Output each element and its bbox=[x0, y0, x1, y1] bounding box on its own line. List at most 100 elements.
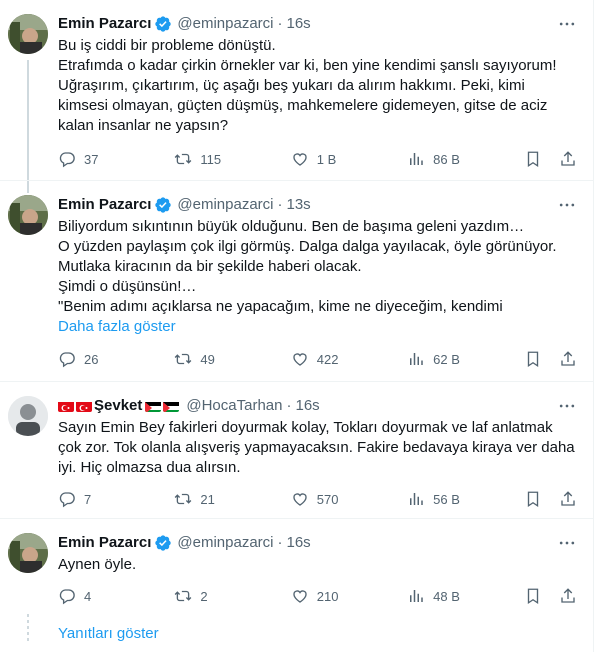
retweet-icon bbox=[175, 153, 192, 165]
reply-button[interactable]: 7 bbox=[58, 490, 174, 508]
tweet-body: Emin Pazarcı @eminpazarci · 16s Aynen öy… bbox=[58, 533, 577, 575]
share-icon bbox=[561, 351, 575, 366]
tweet-actions: 26 49 422 62 B bbox=[58, 349, 577, 369]
tweet-body: Emin Pazarcı @eminpazarci · 16s Bu iş ci… bbox=[58, 14, 577, 136]
like-count: 210 bbox=[316, 588, 339, 604]
views-count: 86 B bbox=[433, 151, 460, 167]
author-name[interactable]: Emin Pazarcı bbox=[58, 195, 151, 215]
bookmark-button[interactable] bbox=[524, 587, 560, 605]
reply-count: 4 bbox=[84, 588, 92, 604]
author-name[interactable]: Emin Pazarcı bbox=[58, 14, 151, 34]
author-name[interactable]: Emin Pazarcı bbox=[58, 533, 151, 553]
author-handle[interactable]: @eminpazarci bbox=[177, 195, 273, 215]
heart-icon bbox=[293, 153, 307, 166]
more-options-icon[interactable] bbox=[557, 14, 577, 34]
reply-button[interactable]: 4 bbox=[58, 587, 174, 605]
turkey-flag-icon bbox=[58, 400, 74, 412]
tweet-text: Aynen öyle. bbox=[58, 556, 137, 573]
like-button[interactable]: 422 bbox=[291, 350, 407, 368]
retweet-button[interactable]: 2 bbox=[174, 587, 290, 605]
avatar[interactable] bbox=[8, 396, 48, 436]
like-button[interactable]: 210 bbox=[291, 587, 407, 605]
bookmark-button[interactable] bbox=[524, 150, 560, 168]
reply-count: 26 bbox=[84, 351, 99, 367]
like-count: 1 B bbox=[316, 151, 337, 167]
share-icon bbox=[561, 151, 575, 166]
palestine-flag-icon bbox=[145, 400, 162, 412]
tweet-actions: 37 115 1 B 86 B bbox=[58, 149, 577, 169]
avatar[interactable] bbox=[8, 533, 48, 573]
heart-icon bbox=[293, 590, 307, 603]
avatar[interactable] bbox=[8, 195, 48, 235]
heart-icon bbox=[293, 493, 307, 506]
retweet-count: 21 bbox=[200, 491, 215, 507]
tweet-actions: 7 21 570 56 B bbox=[58, 489, 577, 509]
views-button[interactable]: 86 B bbox=[407, 150, 523, 168]
reply-count: 7 bbox=[84, 491, 92, 507]
more-options-icon[interactable] bbox=[557, 533, 577, 553]
share-icon bbox=[561, 491, 575, 506]
author-handle[interactable]: @HocaTarhan bbox=[186, 396, 282, 416]
timestamp[interactable]: 13s bbox=[286, 195, 310, 215]
avatar[interactable] bbox=[8, 14, 48, 54]
more-options-icon[interactable] bbox=[557, 396, 577, 416]
share-button[interactable] bbox=[559, 587, 577, 605]
tweet[interactable]: Şevket @HocaTarhan · 16s Sayın Emin Bey … bbox=[0, 382, 593, 519]
views-count: 56 B bbox=[433, 491, 460, 507]
views-icon bbox=[410, 353, 423, 365]
tweet-body: Emin Pazarcı @eminpazarci · 13s Biliyord… bbox=[58, 195, 577, 337]
tweet-text: Biliyordum sıkıntının büyük olduğunu. Be… bbox=[58, 218, 557, 315]
timestamp[interactable]: 16s bbox=[286, 14, 310, 34]
author-name[interactable]: Şevket bbox=[94, 396, 142, 416]
like-button[interactable]: 1 B bbox=[291, 150, 407, 168]
author-handle[interactable]: @eminpazarci bbox=[177, 533, 273, 553]
author-handle[interactable]: @eminpazarci bbox=[177, 14, 273, 34]
tweet[interactable]: Emin Pazarcı @eminpazarci · 16s Bu iş ci… bbox=[0, 0, 593, 181]
reply-icon bbox=[59, 492, 75, 508]
views-count: 48 B bbox=[433, 588, 460, 604]
views-button[interactable]: 48 B bbox=[407, 587, 523, 605]
show-more-link[interactable]: Daha fazla göster bbox=[58, 317, 577, 337]
thread-line bbox=[27, 181, 29, 193]
timestamp[interactable]: 16s bbox=[295, 396, 319, 416]
tweet[interactable]: Emin Pazarcı @eminpazarci · 13s Biliyord… bbox=[0, 181, 593, 382]
reply-icon bbox=[59, 152, 75, 168]
views-button[interactable]: 56 B bbox=[407, 490, 523, 508]
reply-button[interactable]: 26 bbox=[58, 350, 174, 368]
retweet-icon bbox=[175, 493, 192, 505]
share-button[interactable] bbox=[559, 150, 577, 168]
tweet-header: Emin Pazarcı @eminpazarci · 13s bbox=[58, 195, 577, 215]
reply-icon bbox=[59, 589, 75, 605]
retweet-button[interactable]: 115 bbox=[174, 150, 290, 168]
bookmark-button[interactable] bbox=[524, 490, 560, 508]
bookmark-icon bbox=[527, 151, 538, 168]
retweet-icon bbox=[175, 590, 192, 602]
retweet-button[interactable]: 21 bbox=[174, 490, 290, 508]
tweet-header: Emin Pazarcı @eminpazarci · 16s bbox=[58, 533, 577, 553]
like-button[interactable]: 570 bbox=[291, 490, 407, 508]
more-options-icon[interactable] bbox=[557, 195, 577, 215]
retweet-icon bbox=[175, 353, 192, 365]
views-icon bbox=[410, 153, 423, 165]
retweet-button[interactable]: 49 bbox=[174, 350, 290, 368]
tweet-text: Sayın Emin Bey fakirleri doyurmak kolay,… bbox=[58, 419, 579, 476]
verified-badge-icon bbox=[155, 535, 172, 551]
reply-button[interactable]: 37 bbox=[58, 150, 174, 168]
bookmark-button[interactable] bbox=[524, 350, 560, 368]
bookmark-icon bbox=[527, 491, 538, 508]
show-replies-link[interactable]: Yanıtları göster bbox=[58, 624, 159, 644]
separator-dot: · bbox=[286, 397, 292, 414]
views-icon bbox=[410, 493, 423, 505]
views-button[interactable]: 62 B bbox=[407, 350, 523, 368]
share-button[interactable] bbox=[559, 490, 577, 508]
like-count: 570 bbox=[316, 491, 339, 507]
tweet-header: Emin Pazarcı @eminpazarci · 16s bbox=[58, 14, 577, 34]
separator-dot: · bbox=[277, 15, 283, 32]
retweet-count: 115 bbox=[200, 151, 222, 167]
timestamp[interactable]: 16s bbox=[286, 533, 310, 553]
palestine-flag-icon bbox=[163, 400, 180, 412]
share-button[interactable] bbox=[559, 350, 577, 368]
share-icon bbox=[561, 588, 575, 603]
separator-dot: · bbox=[277, 196, 283, 213]
retweet-count: 49 bbox=[200, 351, 215, 367]
